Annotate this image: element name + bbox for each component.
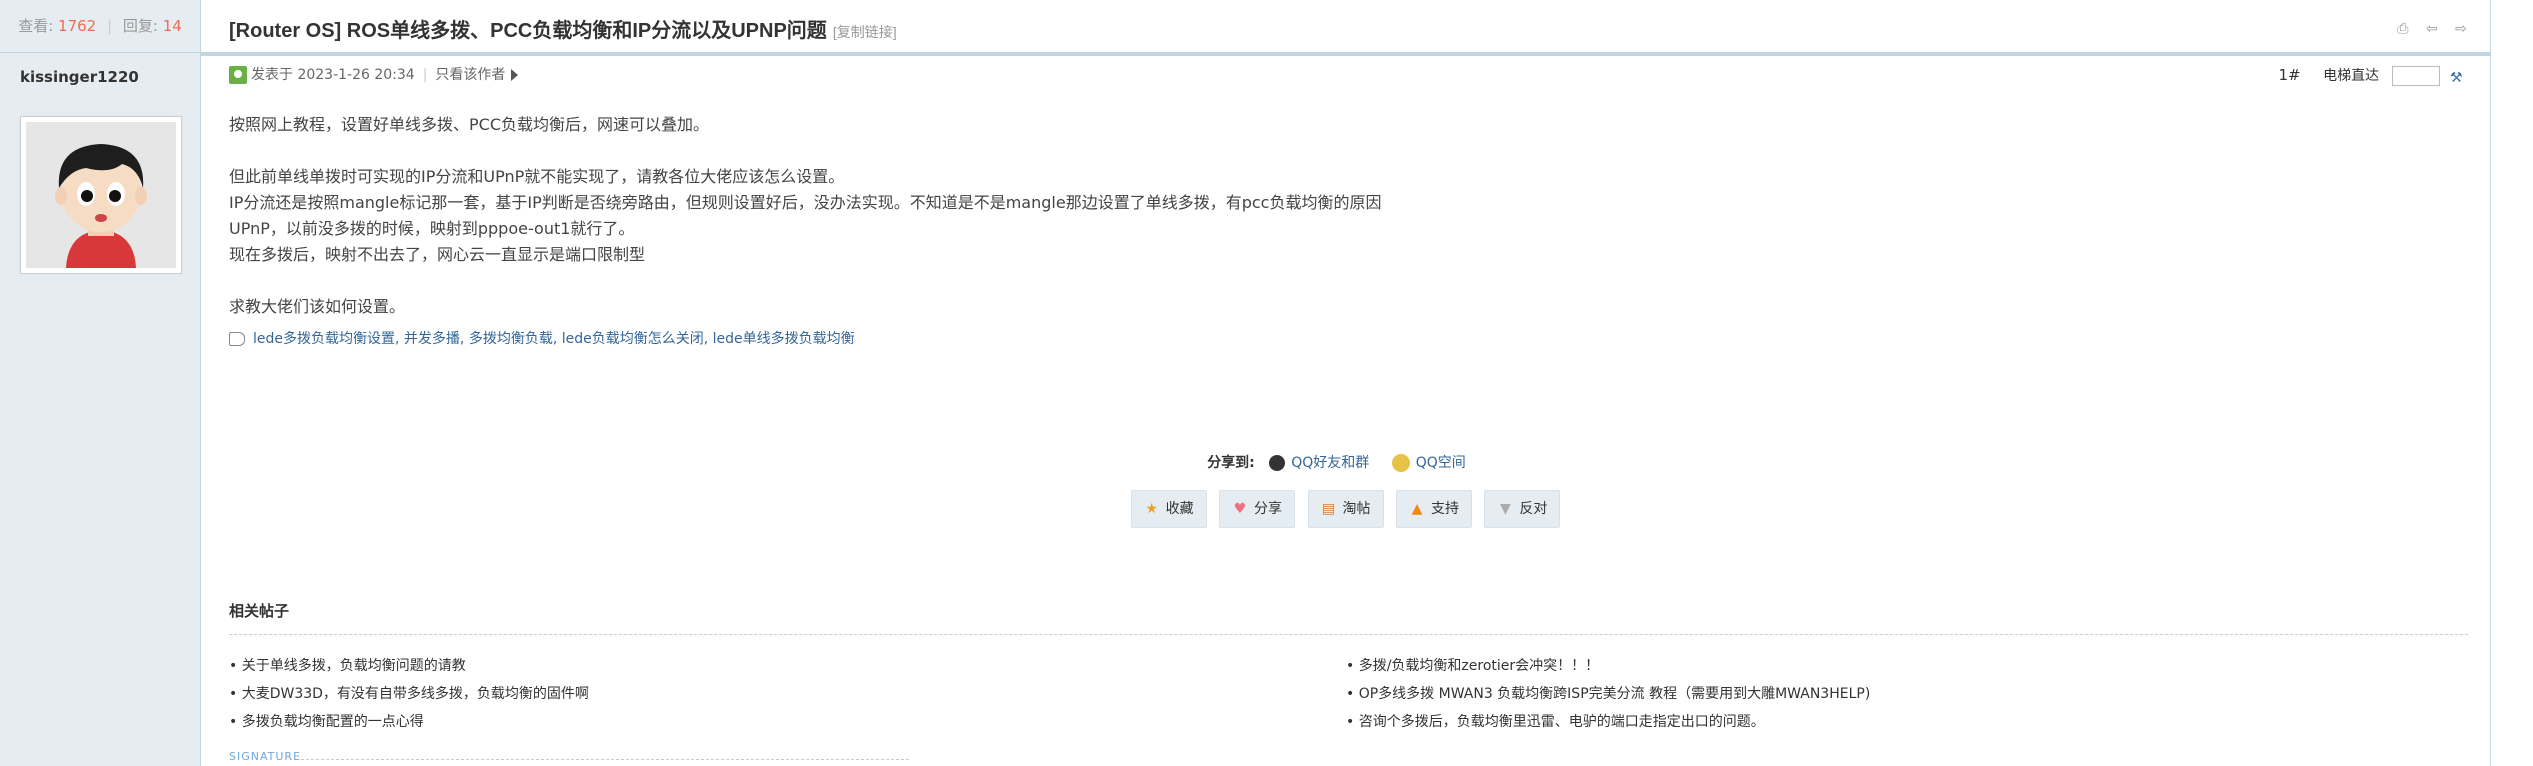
online-status-icon bbox=[229, 66, 247, 84]
support-button[interactable]: ▲ 支持 bbox=[1395, 490, 1472, 528]
play-arrow-icon[interactable] bbox=[511, 69, 519, 81]
tag-separator: , bbox=[459, 331, 469, 347]
elevator-label: 电梯直达 bbox=[2323, 68, 2380, 84]
print-icon[interactable]: ⎙ bbox=[2394, 21, 2412, 37]
content-line: UPnP，以前没多拨的时候，映射到pppoe-out1就行了。 bbox=[229, 219, 635, 238]
share-qzone-link[interactable]: QQ空间 bbox=[1416, 455, 1466, 471]
post-meta: 发表于 2023-1-26 20:34 | 只看该作者 bbox=[229, 64, 519, 86]
arrow-down-icon: ▼ bbox=[1500, 501, 1511, 517]
related-item[interactable]: • 关于单线多拨，负载均衡问题的请教 bbox=[229, 652, 589, 680]
content-line: 按照网上教程，设置好单线多拨、PCC负载均衡后，网速可以叠加。 bbox=[229, 115, 709, 134]
related-item[interactable]: • 咨询个多拨后，负载均衡里迅雷、电驴的端口走指定出口的问题。 bbox=[1346, 708, 1870, 736]
only-author-link[interactable]: 只看该作者 bbox=[435, 67, 505, 83]
stats-separator: | bbox=[107, 17, 113, 35]
floor-number[interactable]: 1# bbox=[2279, 66, 2301, 84]
tag-link[interactable]: 多拨均衡负载 bbox=[469, 331, 553, 347]
title-actions: ⎙ ⇦ ⇨ bbox=[2388, 18, 2470, 37]
thread-title-bar: [Router OS] ROS单线多拨、PCC负载均衡和IP分流以及UPNP问题… bbox=[201, 0, 2490, 56]
arrow-up-icon: ▲ bbox=[1411, 501, 1423, 517]
favorite-label: 收藏 bbox=[1165, 501, 1194, 517]
floor-bar: 1# 电梯直达 ⚒ bbox=[2279, 64, 2468, 87]
related-list-right: • 多拨/负载均衡和zerotier会冲突！！！ • OP多线多拨 MWAN3 … bbox=[1346, 652, 1870, 736]
tag-link[interactable]: lede负载均衡怎么关闭 bbox=[562, 331, 704, 347]
replies-label: 回复: bbox=[122, 17, 158, 35]
author-sidebar: 查看: 1762 | 回复: 14 kissinger1220 bbox=[0, 0, 201, 766]
views-label: 查看: bbox=[18, 17, 54, 35]
post-date: 发表于 2023-1-26 20:34 bbox=[251, 67, 415, 83]
collect-label: 淘帖 bbox=[1342, 501, 1371, 517]
views-count: 1762 bbox=[58, 17, 97, 35]
share-button[interactable]: ♥ 分享 bbox=[1219, 490, 1296, 528]
tag-link[interactable]: lede多拨负载均衡设置 bbox=[253, 331, 395, 347]
qq-penguin-icon[interactable] bbox=[1269, 455, 1286, 471]
related-item[interactable]: • 多拨/负载均衡和zerotier会冲突！！！ bbox=[1346, 652, 1870, 680]
share-button-label: 分享 bbox=[1254, 501, 1283, 517]
tag-separator: , bbox=[552, 331, 562, 347]
tag-link[interactable]: 并发多播 bbox=[404, 331, 460, 347]
support-label: 支持 bbox=[1430, 501, 1459, 517]
next-thread-icon[interactable]: ⇨ bbox=[2452, 21, 2470, 37]
avatar[interactable] bbox=[20, 116, 182, 274]
avatar-cartoon-icon bbox=[26, 122, 176, 268]
related-item[interactable]: • 多拨负载均衡配置的一点心得 bbox=[229, 708, 589, 736]
tag-separator: , bbox=[395, 331, 404, 347]
meta-separator: | bbox=[422, 67, 428, 83]
qzone-star-icon[interactable] bbox=[1391, 454, 1410, 472]
tray-icon: ▤ bbox=[1321, 501, 1336, 517]
tag-icon bbox=[229, 332, 245, 346]
post-actions: ★ 收藏 ♥ 分享 ▤ 淘帖 ▲ 支持 ▼ 反对 bbox=[201, 490, 2490, 528]
post-container: 查看: 1762 | 回复: 14 kissinger1220 [Router … bbox=[0, 0, 2491, 766]
tag-list: lede多拨负载均衡设置, 并发多播, 多拨均衡负载, lede负载均衡怎么关闭… bbox=[229, 328, 855, 348]
floor-jump-input[interactable] bbox=[2391, 66, 2440, 86]
oppose-label: 反对 bbox=[1519, 501, 1548, 517]
tag-link[interactable]: lede单线多拨负载均衡 bbox=[713, 331, 855, 347]
star-icon: ★ bbox=[1145, 501, 1158, 517]
signature-divider bbox=[301, 759, 909, 760]
post-content: 按照网上教程，设置好单线多拨、PCC负载均衡后，网速可以叠加。 但此前单线单拨时… bbox=[229, 112, 1381, 320]
go-wrench-icon[interactable]: ⚒ bbox=[2450, 67, 2468, 86]
tag-separator: , bbox=[703, 331, 713, 347]
share-qq-link[interactable]: QQ好友和群 bbox=[1291, 455, 1369, 471]
copy-link-button[interactable]: [复制链接] bbox=[833, 24, 897, 40]
thread-title-text: [Router OS] ROS单线多拨、PCC负载均衡和IP分流以及UPNP问题 bbox=[229, 20, 827, 42]
signature-label: SIGNATURE bbox=[229, 750, 302, 763]
favorite-button[interactable]: ★ 收藏 bbox=[1130, 490, 1207, 528]
content-line: 现在多拨后，映射不出去了，网心云一直显示是端口限制型 bbox=[229, 245, 646, 264]
previous-thread-icon[interactable]: ⇦ bbox=[2423, 21, 2441, 37]
related-title: 相关帖子 bbox=[229, 602, 290, 620]
author-name[interactable]: kissinger1220 bbox=[0, 68, 200, 86]
share-bar: 分享到: QQ好友和群 QQ空间 bbox=[201, 452, 2490, 472]
thread-stats: 查看: 1762 | 回复: 14 bbox=[0, 0, 200, 53]
share-label: 分享到: bbox=[1207, 455, 1255, 471]
related-divider bbox=[229, 634, 2468, 635]
oppose-button[interactable]: ▼ 反对 bbox=[1484, 490, 1561, 528]
thread-title: [Router OS] ROS单线多拨、PCC负载均衡和IP分流以及UPNP问题… bbox=[229, 14, 897, 43]
related-item[interactable]: • OP多线多拨 MWAN3 负载均衡跨ISP完美分流 教程（需要用到大雕MWA… bbox=[1346, 680, 1870, 708]
post-main: [Router OS] ROS单线多拨、PCC负载均衡和IP分流以及UPNP问题… bbox=[201, 0, 2490, 766]
replies-count: 14 bbox=[162, 17, 182, 35]
related-list-left: • 关于单线多拨，负载均衡问题的请教 • 大麦DW33D，有没有自带多线多拨，负… bbox=[229, 652, 589, 736]
related-item[interactable]: • 大麦DW33D，有没有自带多线多拨，负载均衡的固件啊 bbox=[229, 680, 589, 708]
content-line: IP分流还是按照mangle标记那一套，基于IP判断是否绕旁路由，但规则设置好后… bbox=[229, 193, 1382, 212]
content-line: 但此前单线单拨时可实现的IP分流和UPnP就不能实现了，请教各位大佬应该怎么设置… bbox=[229, 167, 845, 186]
collect-button[interactable]: ▤ 淘帖 bbox=[1307, 490, 1384, 528]
content-line: 求教大佬们该如何设置。 bbox=[229, 297, 406, 316]
heart-icon: ♥ bbox=[1233, 501, 1247, 517]
